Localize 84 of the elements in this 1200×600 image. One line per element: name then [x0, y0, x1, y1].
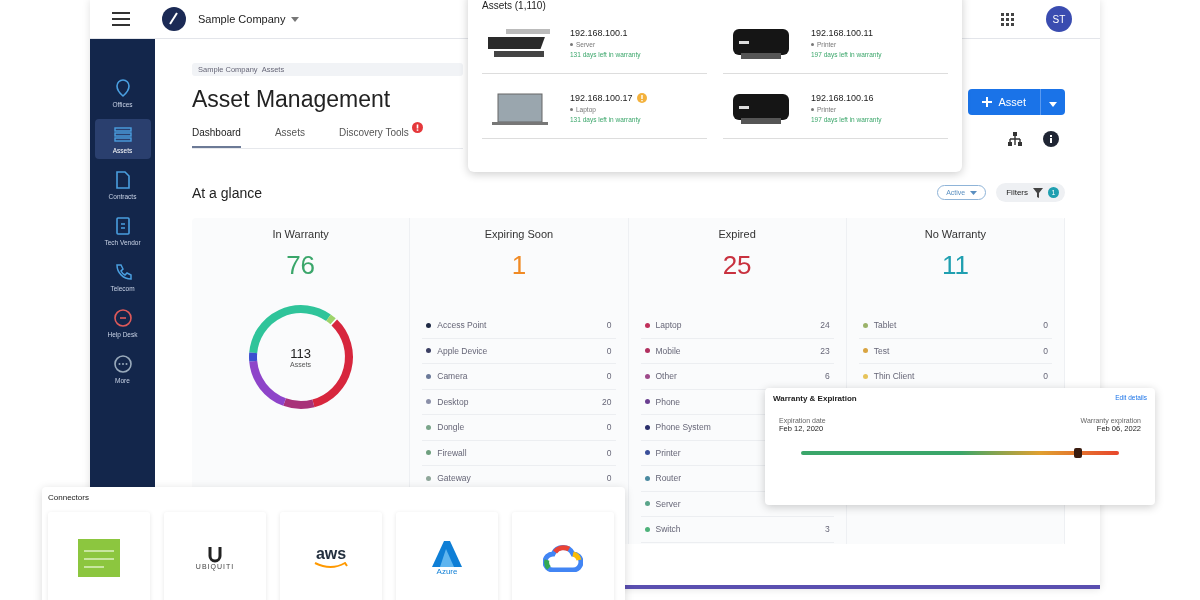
plus-icon	[982, 97, 993, 107]
category-name: Thin Client	[873, 371, 915, 382]
category-name: Mobile	[655, 345, 681, 356]
category-count: 0	[1043, 345, 1048, 356]
triangle-logo-icon	[432, 540, 462, 567]
category-name: Other	[655, 371, 677, 382]
asset-ip: 192.168.100.16	[811, 93, 874, 103]
minus-circle-icon	[112, 308, 133, 328]
category-name: Gateway	[437, 473, 471, 484]
page-title: Asset Management	[192, 86, 392, 113]
category-name: Tablet	[873, 320, 897, 331]
category-name: Dongle	[437, 422, 465, 433]
category-count: 3	[825, 524, 830, 535]
category-name: Phone System	[655, 422, 711, 433]
category-count: 0	[606, 345, 612, 356]
category-name: Apple Device	[437, 345, 488, 356]
category-count: 20	[602, 396, 612, 407]
category-name: Laptop	[655, 320, 682, 331]
stat-label: Expired	[718, 228, 756, 240]
category-name: Switch	[655, 524, 681, 535]
logo-text: Azure	[436, 566, 458, 576]
category-name: Test	[873, 345, 890, 356]
user-avatar[interactable]: ST	[1046, 6, 1072, 32]
category-count: 6	[825, 371, 830, 382]
category-name: Phone	[655, 396, 681, 407]
striped-logo-icon	[78, 539, 120, 577]
tab[interactable]: Assets	[274, 125, 305, 148]
logo-icon	[162, 7, 186, 31]
donut-total: 113	[290, 346, 311, 361]
more-icon	[112, 354, 133, 374]
category-count: 0	[606, 473, 612, 484]
panel-title: Connectors	[48, 493, 90, 502]
network-icon[interactable]	[1007, 131, 1023, 147]
stat-label: In Warranty	[272, 228, 329, 240]
popup-title: Assets (1,110)	[482, 0, 547, 11]
stat-value: 25	[722, 250, 752, 281]
tab[interactable]: Discovery Tools	[338, 125, 423, 148]
stat-value: 11	[941, 250, 969, 281]
caret-icon	[970, 190, 978, 195]
bullet-icon	[811, 108, 814, 111]
category-count: 0	[606, 422, 612, 433]
logo-text: aws	[315, 546, 347, 562]
category-name: Access Point	[437, 320, 487, 331]
connector-tile[interactable]	[48, 512, 150, 600]
stat-value: 76	[286, 250, 316, 281]
category-name: Firewall	[437, 447, 467, 458]
category-count: 0	[606, 447, 612, 458]
connector-tile[interactable]: Azure	[396, 512, 498, 600]
caret-icon	[1049, 101, 1057, 107]
asset-ip: 192.168.100.1	[570, 28, 628, 38]
category-name: Desktop	[437, 396, 469, 407]
caret-icon	[291, 16, 300, 22]
card-title: Warranty & Expiration	[773, 394, 857, 403]
category-name: Server	[655, 498, 681, 509]
asset-ip: 192.168.100.11	[811, 28, 873, 38]
alert-badge-icon	[411, 122, 423, 133]
bullet-icon	[811, 43, 814, 46]
category-name: Router	[655, 473, 681, 484]
category-count: 0	[1043, 320, 1048, 331]
stat-label: Expiring Soon	[484, 228, 554, 240]
tab[interactable]: Dashboard	[192, 125, 241, 148]
category-count: 0	[1043, 371, 1048, 382]
cloud-icon	[543, 544, 583, 572]
funnel-icon	[1033, 187, 1043, 198]
category-name: Printer	[655, 447, 681, 458]
category-count: 0	[606, 371, 612, 382]
category-count: 0	[606, 320, 612, 331]
asset-ip: 192.168.100.17	[570, 93, 633, 103]
u-logo-icon	[208, 546, 222, 563]
bullet-icon	[570, 108, 573, 111]
stat-value: 1	[511, 250, 527, 281]
category-count: 23	[820, 345, 830, 356]
category-name: Camera	[437, 371, 468, 382]
stat-label: No Warranty	[924, 228, 987, 240]
menu-icon[interactable]	[112, 12, 130, 26]
stack-icon	[112, 124, 133, 144]
apps-grid-icon[interactable]	[1001, 12, 1014, 26]
info-icon[interactable]	[1043, 131, 1059, 147]
section-title: At a glance	[192, 184, 263, 201]
bullet-icon	[570, 43, 573, 46]
category-count: 24	[820, 320, 830, 331]
company-dropdown[interactable]: Sample Company	[198, 13, 300, 25]
connector-tile[interactable]	[512, 512, 614, 600]
connector-tile[interactable]: aws	[280, 512, 382, 600]
